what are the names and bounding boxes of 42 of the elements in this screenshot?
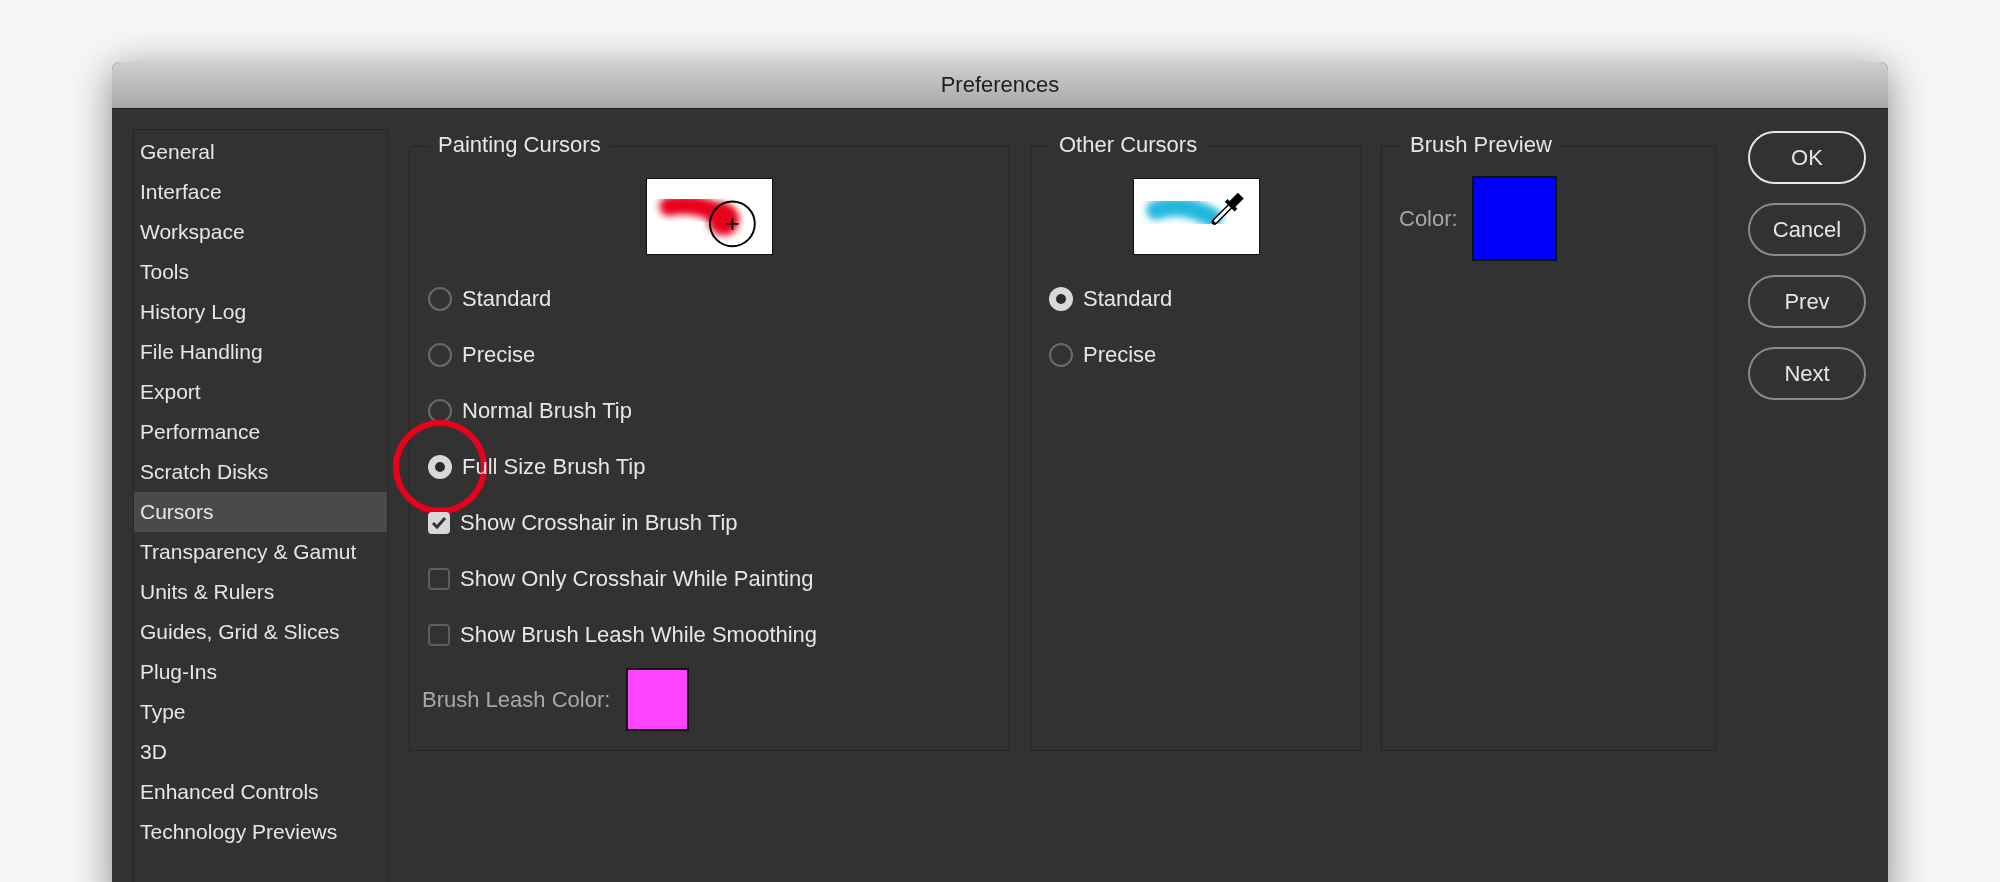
sidebar-item[interactable]: 3D <box>134 732 387 772</box>
sidebar-item[interactable]: Tools <box>134 252 387 292</box>
color-label: Brush Leash Color: <box>422 686 611 713</box>
radio-button[interactable] <box>428 287 452 311</box>
option-label: Show Brush Leash While Smoothing <box>460 622 818 648</box>
dialog-button[interactable]: Cancel <box>1748 203 1866 256</box>
sidebar-item[interactable]: Scratch Disks <box>134 452 387 492</box>
checkbox[interactable] <box>428 568 450 590</box>
sidebar-item[interactable]: Plug-Ins <box>134 652 387 692</box>
option-label: Standard <box>1083 286 1173 312</box>
option-label: Standard <box>462 286 552 312</box>
option-label: Normal Brush Tip <box>462 398 632 424</box>
sidebar-item[interactable]: Transparency & Gamut <box>134 532 387 572</box>
radio-button[interactable] <box>428 399 452 423</box>
radio-button[interactable] <box>428 343 452 367</box>
color-swatch[interactable] <box>1471 176 1557 261</box>
dialog-button[interactable]: Next <box>1748 347 1866 400</box>
sidebar-item[interactable]: Export <box>134 372 387 412</box>
sidebar-item[interactable]: Workspace <box>134 212 387 252</box>
dialog-button[interactable]: Prev <box>1748 275 1866 328</box>
color-label: Color: <box>1399 205 1458 232</box>
window-title: Preferences <box>940 72 1060 98</box>
sidebar-item[interactable]: Technology Previews <box>134 812 387 852</box>
sidebar-item[interactable]: Guides, Grid & Slices <box>134 612 387 652</box>
sidebar-item[interactable]: History Log <box>134 292 387 332</box>
color-swatch[interactable] <box>626 668 690 731</box>
sidebar-item[interactable]: Type <box>134 692 387 732</box>
option-label: Show Only Crosshair While Painting <box>460 566 814 592</box>
radio-button[interactable] <box>1049 343 1073 367</box>
sidebar-item[interactable]: General <box>134 132 387 172</box>
option-label: Precise <box>462 342 536 368</box>
sidebar-item[interactable]: Performance <box>134 412 387 452</box>
option-label: Precise <box>1083 342 1157 368</box>
option-label: Show Crosshair in Brush Tip <box>460 510 738 536</box>
sidebar-item[interactable]: Units & Rulers <box>134 572 387 612</box>
dialog-button[interactable]: OK <box>1748 131 1866 184</box>
sidebar-item[interactable]: Interface <box>134 172 387 212</box>
sidebar-item[interactable]: Enhanced Controls <box>134 772 387 812</box>
checkmark-icon <box>431 516 447 530</box>
checkbox[interactable] <box>428 624 450 646</box>
sidebar-item[interactable]: File Handling <box>134 332 387 372</box>
sidebar-item[interactable]: Cursors <box>134 492 387 532</box>
